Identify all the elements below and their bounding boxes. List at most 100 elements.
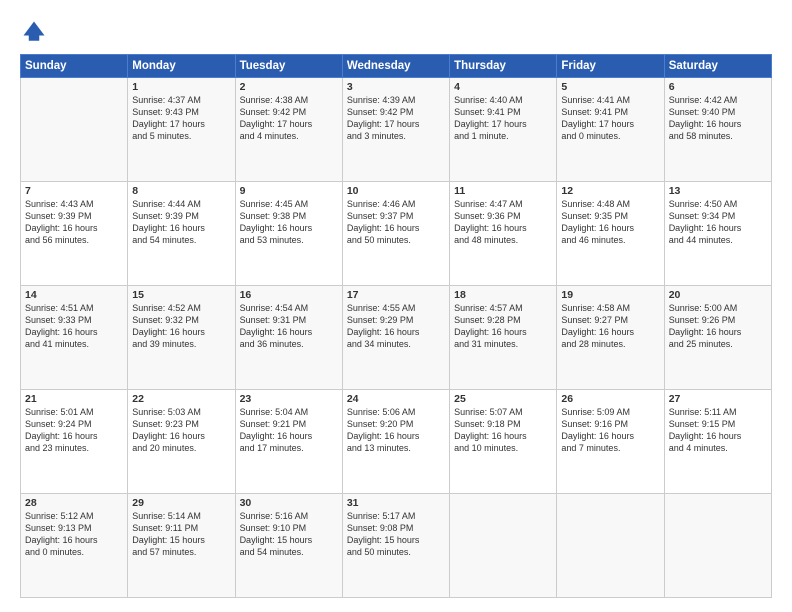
col-header-saturday: Saturday [664,55,771,78]
cell-3-4: 17Sunrise: 4:55 AM Sunset: 9:29 PM Dayli… [342,286,449,390]
day-number: 23 [240,393,338,405]
cell-5-3: 30Sunrise: 5:16 AM Sunset: 9:10 PM Dayli… [235,494,342,598]
cell-5-5 [450,494,557,598]
cell-content: Sunrise: 4:39 AM Sunset: 9:42 PM Dayligh… [347,94,445,143]
week-row-2: 7Sunrise: 4:43 AM Sunset: 9:39 PM Daylig… [21,182,772,286]
cell-content: Sunrise: 5:17 AM Sunset: 9:08 PM Dayligh… [347,510,445,559]
cell-content: Sunrise: 5:16 AM Sunset: 9:10 PM Dayligh… [240,510,338,559]
cell-content: Sunrise: 4:42 AM Sunset: 9:40 PM Dayligh… [669,94,767,143]
header-row: SundayMondayTuesdayWednesdayThursdayFrid… [21,55,772,78]
col-header-wednesday: Wednesday [342,55,449,78]
col-header-thursday: Thursday [450,55,557,78]
cell-content: Sunrise: 5:03 AM Sunset: 9:23 PM Dayligh… [132,406,230,455]
cell-2-4: 10Sunrise: 4:46 AM Sunset: 9:37 PM Dayli… [342,182,449,286]
cell-1-3: 2Sunrise: 4:38 AM Sunset: 9:42 PM Daylig… [235,78,342,182]
cell-2-3: 9Sunrise: 4:45 AM Sunset: 9:38 PM Daylig… [235,182,342,286]
cell-3-2: 15Sunrise: 4:52 AM Sunset: 9:32 PM Dayli… [128,286,235,390]
cell-4-2: 22Sunrise: 5:03 AM Sunset: 9:23 PM Dayli… [128,390,235,494]
cell-content: Sunrise: 4:45 AM Sunset: 9:38 PM Dayligh… [240,198,338,247]
cell-content: Sunrise: 4:58 AM Sunset: 9:27 PM Dayligh… [561,302,659,351]
cell-content: Sunrise: 5:01 AM Sunset: 9:24 PM Dayligh… [25,406,123,455]
cell-content: Sunrise: 5:09 AM Sunset: 9:16 PM Dayligh… [561,406,659,455]
cell-content: Sunrise: 4:52 AM Sunset: 9:32 PM Dayligh… [132,302,230,351]
cell-4-1: 21Sunrise: 5:01 AM Sunset: 9:24 PM Dayli… [21,390,128,494]
day-number: 22 [132,393,230,405]
day-number: 1 [132,81,230,93]
cell-3-1: 14Sunrise: 4:51 AM Sunset: 9:33 PM Dayli… [21,286,128,390]
day-number: 28 [25,497,123,509]
cell-content: Sunrise: 4:57 AM Sunset: 9:28 PM Dayligh… [454,302,552,351]
cell-content: Sunrise: 4:55 AM Sunset: 9:29 PM Dayligh… [347,302,445,351]
cell-content: Sunrise: 4:43 AM Sunset: 9:39 PM Dayligh… [25,198,123,247]
week-row-3: 14Sunrise: 4:51 AM Sunset: 9:33 PM Dayli… [21,286,772,390]
logo [20,18,52,46]
cell-2-7: 13Sunrise: 4:50 AM Sunset: 9:34 PM Dayli… [664,182,771,286]
cell-content: Sunrise: 5:04 AM Sunset: 9:21 PM Dayligh… [240,406,338,455]
cell-content: Sunrise: 5:00 AM Sunset: 9:26 PM Dayligh… [669,302,767,351]
cell-content: Sunrise: 4:50 AM Sunset: 9:34 PM Dayligh… [669,198,767,247]
cell-content: Sunrise: 4:51 AM Sunset: 9:33 PM Dayligh… [25,302,123,351]
cell-5-6 [557,494,664,598]
cell-content: Sunrise: 4:38 AM Sunset: 9:42 PM Dayligh… [240,94,338,143]
day-number: 29 [132,497,230,509]
cell-5-1: 28Sunrise: 5:12 AM Sunset: 9:13 PM Dayli… [21,494,128,598]
cell-5-7 [664,494,771,598]
day-number: 31 [347,497,445,509]
cell-content: Sunrise: 4:48 AM Sunset: 9:35 PM Dayligh… [561,198,659,247]
day-number: 19 [561,289,659,301]
day-number: 7 [25,185,123,197]
cell-content: Sunrise: 4:54 AM Sunset: 9:31 PM Dayligh… [240,302,338,351]
cell-1-2: 1Sunrise: 4:37 AM Sunset: 9:43 PM Daylig… [128,78,235,182]
cell-content: Sunrise: 5:12 AM Sunset: 9:13 PM Dayligh… [25,510,123,559]
cell-content: Sunrise: 4:44 AM Sunset: 9:39 PM Dayligh… [132,198,230,247]
day-number: 15 [132,289,230,301]
cell-5-4: 31Sunrise: 5:17 AM Sunset: 9:08 PM Dayli… [342,494,449,598]
cell-4-6: 26Sunrise: 5:09 AM Sunset: 9:16 PM Dayli… [557,390,664,494]
header [20,18,772,46]
cell-2-5: 11Sunrise: 4:47 AM Sunset: 9:36 PM Dayli… [450,182,557,286]
cell-2-1: 7Sunrise: 4:43 AM Sunset: 9:39 PM Daylig… [21,182,128,286]
cell-1-6: 5Sunrise: 4:41 AM Sunset: 9:41 PM Daylig… [557,78,664,182]
col-header-monday: Monday [128,55,235,78]
day-number: 20 [669,289,767,301]
day-number: 3 [347,81,445,93]
day-number: 16 [240,289,338,301]
cell-2-2: 8Sunrise: 4:44 AM Sunset: 9:39 PM Daylig… [128,182,235,286]
cell-3-7: 20Sunrise: 5:00 AM Sunset: 9:26 PM Dayli… [664,286,771,390]
day-number: 8 [132,185,230,197]
cell-content: Sunrise: 5:06 AM Sunset: 9:20 PM Dayligh… [347,406,445,455]
cell-content: Sunrise: 4:40 AM Sunset: 9:41 PM Dayligh… [454,94,552,143]
cell-3-5: 18Sunrise: 4:57 AM Sunset: 9:28 PM Dayli… [450,286,557,390]
cell-1-4: 3Sunrise: 4:39 AM Sunset: 9:42 PM Daylig… [342,78,449,182]
col-header-tuesday: Tuesday [235,55,342,78]
logo-icon [20,18,48,46]
cell-content: Sunrise: 4:47 AM Sunset: 9:36 PM Dayligh… [454,198,552,247]
calendar-table: SundayMondayTuesdayWednesdayThursdayFrid… [20,54,772,598]
week-row-1: 1Sunrise: 4:37 AM Sunset: 9:43 PM Daylig… [21,78,772,182]
cell-content: Sunrise: 5:14 AM Sunset: 9:11 PM Dayligh… [132,510,230,559]
day-number: 10 [347,185,445,197]
cell-1-5: 4Sunrise: 4:40 AM Sunset: 9:41 PM Daylig… [450,78,557,182]
cell-content: Sunrise: 5:07 AM Sunset: 9:18 PM Dayligh… [454,406,552,455]
day-number: 9 [240,185,338,197]
cell-content: Sunrise: 5:11 AM Sunset: 9:15 PM Dayligh… [669,406,767,455]
cell-4-7: 27Sunrise: 5:11 AM Sunset: 9:15 PM Dayli… [664,390,771,494]
cell-content: Sunrise: 4:46 AM Sunset: 9:37 PM Dayligh… [347,198,445,247]
cell-2-6: 12Sunrise: 4:48 AM Sunset: 9:35 PM Dayli… [557,182,664,286]
week-row-4: 21Sunrise: 5:01 AM Sunset: 9:24 PM Dayli… [21,390,772,494]
day-number: 18 [454,289,552,301]
day-number: 13 [669,185,767,197]
day-number: 25 [454,393,552,405]
day-number: 5 [561,81,659,93]
cell-content: Sunrise: 4:37 AM Sunset: 9:43 PM Dayligh… [132,94,230,143]
cell-4-3: 23Sunrise: 5:04 AM Sunset: 9:21 PM Dayli… [235,390,342,494]
cell-4-5: 25Sunrise: 5:07 AM Sunset: 9:18 PM Dayli… [450,390,557,494]
cell-1-7: 6Sunrise: 4:42 AM Sunset: 9:40 PM Daylig… [664,78,771,182]
day-number: 17 [347,289,445,301]
page: SundayMondayTuesdayWednesdayThursdayFrid… [0,0,792,612]
cell-1-1 [21,78,128,182]
day-number: 4 [454,81,552,93]
day-number: 14 [25,289,123,301]
day-number: 21 [25,393,123,405]
cell-3-6: 19Sunrise: 4:58 AM Sunset: 9:27 PM Dayli… [557,286,664,390]
